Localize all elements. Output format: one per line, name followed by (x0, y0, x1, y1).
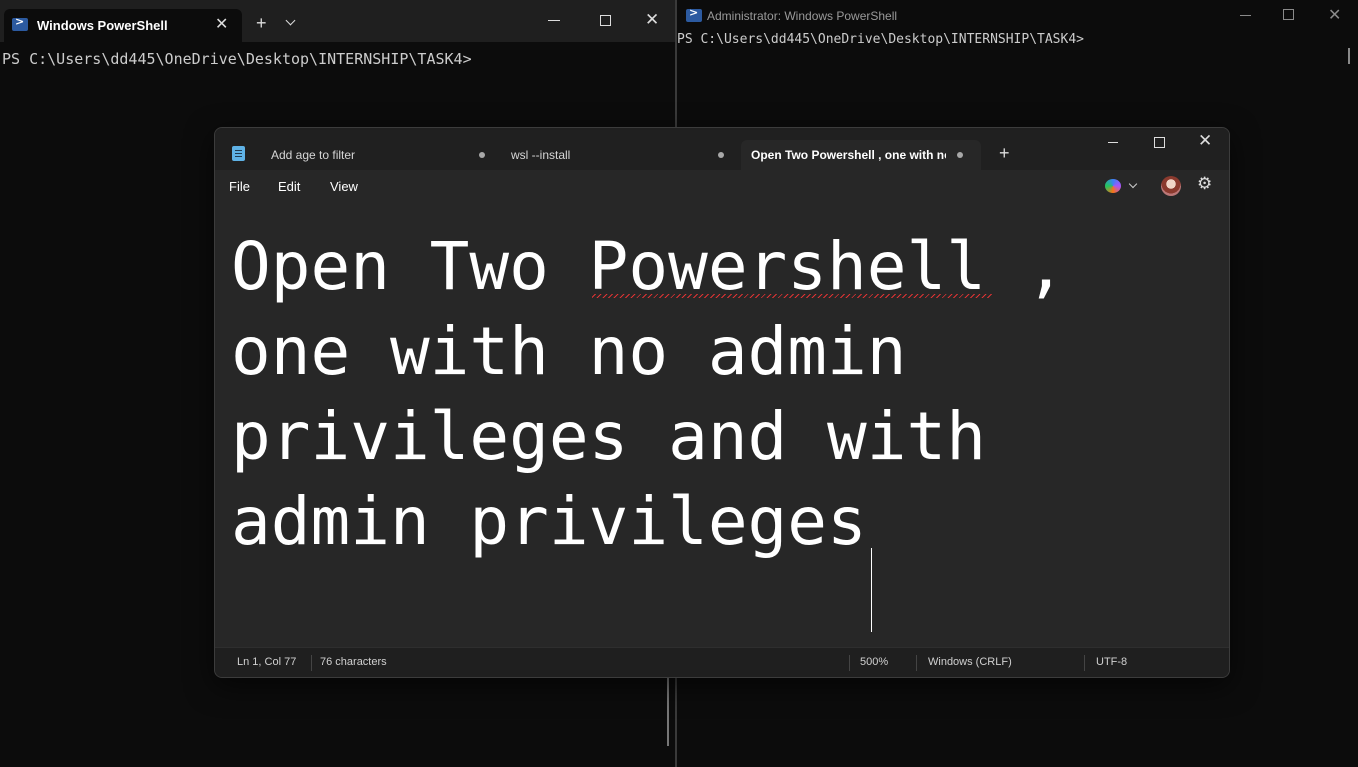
unsaved-dot-icon (479, 152, 485, 158)
new-tab-icon[interactable]: + (256, 13, 267, 34)
zoom-level[interactable]: 500% (860, 656, 888, 668)
encoding[interactable]: UTF-8 (1096, 656, 1127, 668)
text-editor[interactable]: Open Two Powershell , one with no admin … (215, 202, 1229, 647)
minimize-button[interactable] (548, 20, 560, 21)
terminal-tab-bar: Windows PowerShell ✕ + ✕ (0, 0, 676, 42)
menu-file[interactable]: File (229, 179, 250, 194)
line-ending[interactable]: Windows (CRLF) (928, 656, 1012, 668)
gear-icon[interactable]: ⚙ (1197, 174, 1212, 194)
menu-edit[interactable]: Edit (278, 179, 300, 194)
minimize-button[interactable] (1108, 142, 1118, 143)
editor-content[interactable]: Open Two Powershell , one with no admin … (231, 224, 1221, 564)
close-tab-icon[interactable]: ✕ (215, 14, 228, 34)
tab-label: wsl --install (511, 148, 571, 162)
divider (849, 655, 850, 671)
minimize-button[interactable] (1240, 15, 1251, 16)
unsaved-dot-icon (957, 152, 963, 158)
terminal-tab-title: Windows PowerShell (37, 18, 168, 33)
notepad-tab-bar: Add age to filter wsl --install Open Two… (215, 128, 1229, 170)
status-bar: Ln 1, Col 77 76 characters 500% Windows … (215, 647, 1229, 677)
close-window-button[interactable]: ✕ (1198, 131, 1212, 151)
unsaved-dot-icon (718, 152, 724, 158)
powershell-icon (12, 15, 28, 31)
chevron-down-icon[interactable] (285, 15, 296, 26)
divider (311, 655, 312, 671)
character-count: 76 characters (320, 656, 387, 668)
maximize-button[interactable] (600, 15, 611, 26)
notepad-tab-active[interactable]: Open Two Powershell , one with no admin … (741, 140, 981, 170)
maximize-button[interactable] (1154, 137, 1165, 148)
cursor-position: Ln 1, Col 77 (237, 656, 297, 668)
notepad-window: Add age to filter wsl --install Open Two… (214, 127, 1230, 678)
chevron-down-icon[interactable] (1128, 179, 1138, 189)
powershell-icon (686, 6, 702, 22)
new-tab-icon[interactable]: + (999, 143, 1010, 164)
divider (1084, 655, 1085, 671)
avatar[interactable] (1161, 176, 1181, 196)
close-window-button[interactable]: ✕ (1328, 5, 1341, 25)
menu-view[interactable]: View (330, 179, 358, 194)
notepad-icon (232, 146, 245, 161)
terminal-tab[interactable]: Windows PowerShell ✕ (4, 9, 242, 42)
close-window-button[interactable]: ✕ (645, 10, 659, 30)
notepad-tab[interactable]: wsl --install (499, 140, 739, 170)
maximize-button[interactable] (1283, 9, 1294, 20)
tab-label: Open Two Powershell , one with no admin … (751, 148, 946, 162)
spellcheck-underline (592, 294, 992, 298)
copilot-icon[interactable] (1105, 179, 1121, 193)
window-title: Administrator: Windows PowerShell (707, 9, 898, 23)
terminal-prompt[interactable]: PS C:\Users\dd445\OneDrive\Desktop\INTER… (2, 50, 472, 68)
tab-label: Add age to filter (271, 148, 356, 162)
divider (916, 655, 917, 671)
notepad-tab[interactable]: Add age to filter (259, 140, 494, 170)
scrollbar[interactable] (1348, 48, 1350, 64)
menu-bar: File Edit View ⚙ (215, 170, 1229, 202)
text-caret (871, 548, 872, 632)
terminal-prompt-admin[interactable]: PS C:\Users\dd445\OneDrive\Desktop\INTER… (677, 32, 1084, 47)
